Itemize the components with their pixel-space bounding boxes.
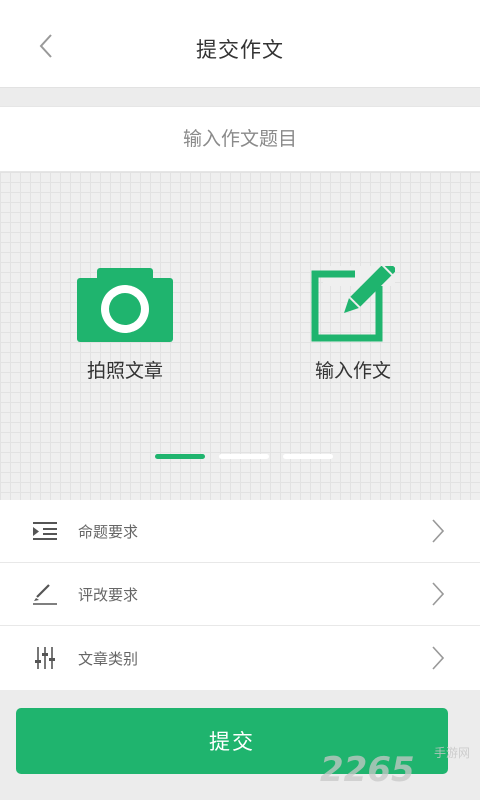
watermark-text: 手游网 <box>433 746 470 760</box>
pager-dot-3[interactable] <box>283 454 333 459</box>
input-method-carousel: 拍照文章 输入作文 <box>0 172 480 500</box>
page-title: 提交作文 <box>196 38 284 62</box>
pager-indicator <box>0 454 480 460</box>
chevron-right-icon <box>430 579 446 609</box>
settings-item-label: 命题要求 <box>78 522 139 541</box>
chevron-right-icon <box>430 516 446 546</box>
settings-item-topic-requirements[interactable]: 命题要求 <box>0 500 480 563</box>
pager-dot-2[interactable] <box>219 454 269 459</box>
photo-article-option[interactable]: 拍照文章 <box>50 260 200 383</box>
watermark-logo: 2265 手游网 <box>320 740 470 790</box>
pager-dot-1[interactable] <box>155 454 205 459</box>
topic-field-container <box>0 106 480 172</box>
settings-item-label: 评改要求 <box>78 585 139 604</box>
settings-item-article-category[interactable]: 文章类别 <box>0 626 480 690</box>
settings-item-review-requirements[interactable]: 评改要求 <box>0 563 480 626</box>
settings-list: 命题要求 评改要求 文章类别 <box>0 500 480 690</box>
sliders-icon <box>32 645 58 671</box>
chevron-right-icon <box>430 643 446 673</box>
indent-list-icon <box>32 518 58 544</box>
type-essay-label: 输入作文 <box>314 360 391 382</box>
topic-input[interactable] <box>0 107 480 171</box>
pen-icon <box>32 581 58 607</box>
settings-item-label: 文章类别 <box>78 649 139 668</box>
type-essay-option[interactable]: 输入作文 <box>278 260 428 383</box>
camera-icon <box>50 260 200 342</box>
watermark-number: 2265 <box>320 750 415 790</box>
edit-icon <box>278 260 428 342</box>
app-header: 提交作文 <box>0 0 480 88</box>
photo-article-label: 拍照文章 <box>86 360 163 382</box>
